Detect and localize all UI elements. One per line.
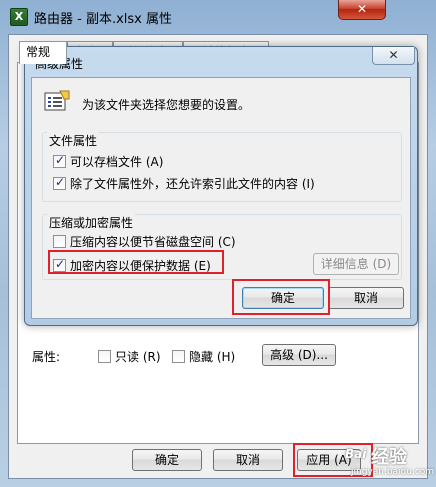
readonly-label: 只读 (R) <box>115 350 161 364</box>
hidden-option[interactable]: 隐藏 (H) <box>172 348 235 365</box>
dialog-intro-text: 为该文件夹选择您想要的设置。 <box>82 98 251 112</box>
dialog-close-button[interactable]: ✕ <box>372 47 415 65</box>
ok-highlight-box <box>232 279 330 315</box>
index-option[interactable]: 除了文件属性外，还允许索引此文件的内容 (I) <box>53 175 315 192</box>
advanced-attributes-dialog: 高级属性 ✕ 为该文件夹选择您想要的设置。 文件属性 可以存档文件 (A) 除了… <box>24 46 418 326</box>
settings-list-icon <box>44 90 70 111</box>
attributes-label: 属性: <box>32 350 61 364</box>
archive-label: 可以存档文件 (A) <box>70 155 164 169</box>
dialog-cancel-button[interactable]: 取消 <box>328 287 404 309</box>
file-attributes-title: 文件属性 <box>47 132 100 149</box>
watermark-text: 经验 <box>371 447 407 468</box>
encrypt-highlight-box <box>48 250 224 274</box>
index-checkbox[interactable] <box>53 175 66 190</box>
attributes-row: 属性: 只读 (R) 隐藏 (H) 高级 (D)... <box>32 344 412 366</box>
advanced-button[interactable]: 高级 (D)... <box>262 344 336 366</box>
watermark-url: jingyan.baidu.com <box>351 467 435 477</box>
index-label: 除了文件属性外，还允许索引此文件的内容 (I) <box>70 177 315 191</box>
hidden-checkbox[interactable] <box>172 350 185 363</box>
hidden-label: 隐藏 (H) <box>189 350 236 364</box>
tab-general[interactable]: 常规 <box>19 41 67 64</box>
watermark-brand: Bai <box>345 447 367 461</box>
compress-label: 压缩内容以便节省磁盘空间 (C) <box>70 235 236 249</box>
details-button[interactable]: 详细信息 (D) <box>313 253 399 275</box>
dialog-content: 为该文件夹选择您想要的设置。 文件属性 可以存档文件 (A) 除了文件属性外，还… <box>31 77 411 319</box>
excel-file-icon: X <box>10 8 28 26</box>
readonly-option[interactable]: 只读 (R) <box>98 348 161 365</box>
archive-checkbox[interactable] <box>53 153 66 168</box>
close-button[interactable]: ✕ <box>338 0 386 20</box>
file-attributes-group: 文件属性 可以存档文件 (A) 除了文件属性外，还允许索引此文件的内容 (I) <box>42 132 402 202</box>
compress-encrypt-title: 压缩或加密属性 <box>47 214 136 231</box>
title-bar[interactable]: X 路由器 - 副本.xlsx 属性 ✕ <box>0 0 436 34</box>
ok-button[interactable]: 确定 <box>132 449 202 471</box>
watermark: Bai 经验 jingyan.baidu.com <box>343 443 434 477</box>
archive-option[interactable]: 可以存档文件 (A) <box>53 153 163 170</box>
window-title: 路由器 - 副本.xlsx 属性 <box>34 12 172 27</box>
readonly-checkbox[interactable] <box>98 350 111 363</box>
cancel-button[interactable]: 取消 <box>213 449 283 471</box>
compress-option[interactable]: 压缩内容以便节省磁盘空间 (C) <box>53 233 236 250</box>
compress-checkbox[interactable] <box>53 235 66 248</box>
